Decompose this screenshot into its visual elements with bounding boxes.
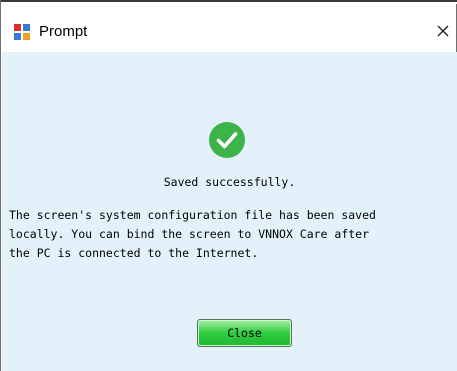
message-title: Saved successfully.	[163, 175, 296, 189]
window-title: Prompt	[39, 23, 88, 40]
dialog-content: Saved successfully. The screen's system …	[2, 52, 457, 371]
prompt-dialog: Prompt Saved successfully. The screen's …	[0, 0, 457, 371]
app-icon	[14, 24, 30, 40]
title-bar[interactable]: Prompt	[1, 4, 456, 52]
message-body: The screen's system configuration file h…	[9, 208, 376, 260]
close-icon[interactable]	[431, 19, 455, 43]
success-check-icon	[208, 121, 246, 159]
close-button[interactable]: Close	[197, 319, 292, 347]
